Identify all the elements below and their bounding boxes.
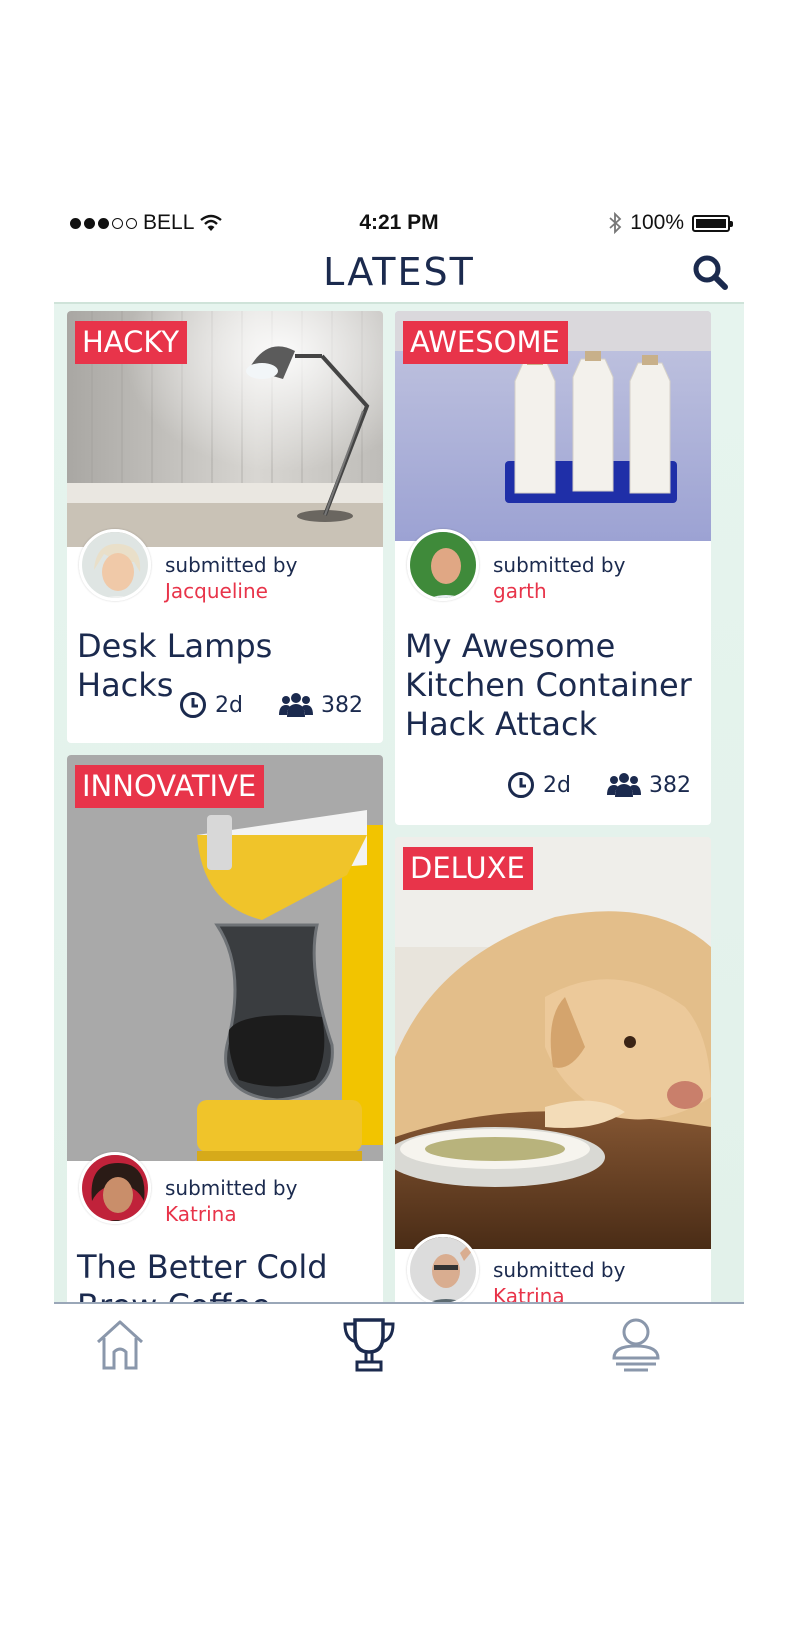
tab-trophy[interactable] <box>339 1314 399 1374</box>
tab-profile[interactable] <box>606 1314 666 1374</box>
avatar-katrina-image <box>410 1237 476 1303</box>
avatar[interactable] <box>79 1152 151 1224</box>
avatar-garth-image <box>410 532 476 598</box>
card-hacky[interactable]: HACKY submitted by Jacqueline Desk Lamps… <box>67 311 383 743</box>
avatar-katrina-image <box>82 1155 148 1221</box>
tab-home[interactable] <box>90 1314 150 1374</box>
category-badge: INNOVATIVE <box>75 765 265 808</box>
tab-bar <box>54 1302 744 1430</box>
age-meta: 2d <box>179 691 243 719</box>
post-age: 2d <box>215 692 243 718</box>
submitted-by: submitted by Katrina <box>493 1257 625 1304</box>
phone-screen: BELL 4:21 PM 100% LATEST HACKY submitted… <box>54 200 744 1430</box>
card-deluxe[interactable]: DELUXE submitted by Katrina <box>395 837 711 1304</box>
submitted-label: submitted by <box>165 1176 298 1200</box>
coffee-maker-image <box>67 755 383 1161</box>
age-meta: 2d <box>507 771 571 799</box>
clock-icon <box>508 772 535 798</box>
category-badge: HACKY <box>75 321 188 364</box>
author-link[interactable]: Katrina <box>493 1283 625 1304</box>
bluetooth-icon <box>609 212 622 234</box>
avatar[interactable] <box>79 529 151 601</box>
avatar[interactable] <box>407 1234 479 1304</box>
page-title: LATEST <box>323 250 475 294</box>
author-link[interactable]: Jacqueline <box>165 578 297 604</box>
people-icon <box>607 773 641 797</box>
search-icon <box>693 255 728 290</box>
people-icon <box>279 693 313 717</box>
category-badge: AWESOME <box>403 321 568 364</box>
participant-count: 382 <box>649 772 691 798</box>
author-link[interactable]: garth <box>493 578 625 604</box>
people-meta: 382 <box>279 691 363 719</box>
submitted-by: submitted by Katrina <box>165 1175 297 1227</box>
feed[interactable]: HACKY submitted by Jacqueline Desk Lamps… <box>54 304 744 1304</box>
submitted-label: submitted by <box>493 1258 626 1282</box>
battery-percent: 100% <box>630 211 684 234</box>
home-icon <box>96 1320 144 1370</box>
submitted-by: submitted by garth <box>493 552 625 604</box>
card-innovative[interactable]: INNOVATIVE submitted by Katrina The Bett… <box>67 755 383 1304</box>
category-badge: DELUXE <box>403 847 533 890</box>
post-age: 2d <box>543 772 571 798</box>
status-bar: BELL 4:21 PM 100% <box>54 200 744 244</box>
profile-icon <box>612 1318 660 1372</box>
nav-bar: LATEST <box>54 244 744 304</box>
card-title[interactable]: The Better Cold Brew Coffee <box>77 1248 375 1304</box>
dog-image <box>395 837 711 1249</box>
submitted-label: submitted by <box>493 553 626 577</box>
card-meta: 2d 382 <box>507 771 691 799</box>
clock-icon <box>180 692 207 718</box>
battery-icon <box>692 214 733 232</box>
card-meta: 2d 382 <box>179 691 363 719</box>
submitted-by: submitted by Jacqueline <box>165 552 297 604</box>
card-title[interactable]: My Awesome Kitchen Container Hack Attack <box>405 627 703 744</box>
card-awesome[interactable]: AWESOME submitted by garth My Awesome Ki… <box>395 311 711 825</box>
author-link[interactable]: Katrina <box>165 1201 297 1227</box>
submitted-label: submitted by <box>165 553 298 577</box>
search-button[interactable] <box>690 252 730 292</box>
status-right: 100% <box>608 211 733 235</box>
people-meta: 382 <box>607 771 691 799</box>
participant-count: 382 <box>321 692 363 718</box>
avatar[interactable] <box>407 529 479 601</box>
trophy-icon <box>343 1318 395 1372</box>
avatar-jacqueline-image <box>82 532 148 598</box>
